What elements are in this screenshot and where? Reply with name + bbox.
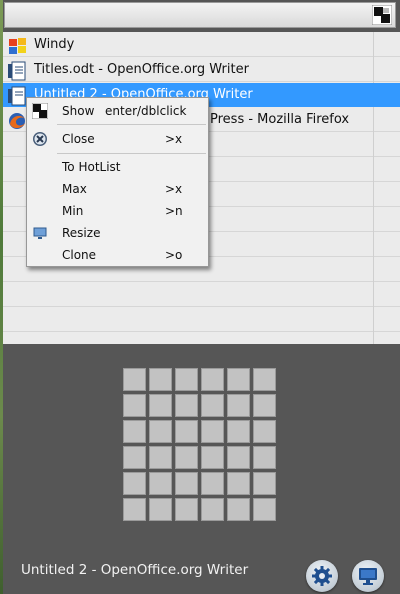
close-icon (33, 132, 47, 146)
list-item-label: Press - Mozilla Firefox (210, 112, 350, 127)
desktop-cell[interactable] (201, 498, 224, 521)
desktop-cell[interactable] (227, 420, 250, 443)
desktop-cell[interactable] (227, 368, 250, 391)
desktop-cell[interactable] (149, 446, 172, 469)
desktop-cell[interactable] (253, 446, 276, 469)
desktop-cell[interactable] (175, 368, 198, 391)
virtual-desktop-grid (123, 368, 278, 523)
desktop-cell[interactable] (123, 446, 146, 469)
context-menu: Show enter/dblclick Close >x To HotList … (26, 97, 209, 267)
menu-item-max[interactable]: Max >x (27, 178, 208, 200)
desktop-cell[interactable] (253, 498, 276, 521)
gear-icon (312, 566, 332, 586)
menu-item-clone[interactable]: Clone >o (27, 244, 208, 266)
desktop-cell[interactable] (253, 394, 276, 417)
menu-item-to-hotlist[interactable]: To HotList (27, 156, 208, 178)
desktop-cell[interactable] (227, 472, 250, 495)
desktop-cell[interactable] (227, 394, 250, 417)
desktop-cell[interactable] (123, 368, 146, 391)
menu-item-show[interactable]: Show enter/dblclick (27, 100, 208, 122)
settings-button[interactable] (306, 560, 338, 592)
menu-separator (57, 124, 206, 125)
desktop-cell[interactable] (201, 472, 224, 495)
list-item-label: Windy (34, 37, 75, 52)
menu-item-min[interactable]: Min >n (27, 200, 208, 222)
desktop-cell[interactable] (175, 446, 198, 469)
desktop-cell[interactable] (149, 394, 172, 417)
menu-separator (57, 153, 206, 154)
list-item-label: Titles.odt - OpenOffice.org Writer (34, 62, 249, 77)
menu-item-close[interactable]: Close >x (27, 128, 208, 150)
desktop-cell[interactable] (149, 472, 172, 495)
desktop-cell[interactable] (123, 420, 146, 443)
list-item[interactable]: Windy (3, 33, 400, 57)
windy-flag-icon (9, 38, 26, 54)
desktop-cell[interactable] (149, 368, 172, 391)
status-title: Untitled 2 - OpenOffice.org Writer (21, 562, 249, 578)
desktop-cell[interactable] (253, 420, 276, 443)
menu-item-resize[interactable]: Resize (27, 222, 208, 244)
desktop-cell[interactable] (227, 446, 250, 469)
desktop-cell[interactable] (201, 394, 224, 417)
desktop-cell[interactable] (201, 420, 224, 443)
desktop-cell[interactable] (123, 394, 146, 417)
desktop-cell[interactable] (175, 472, 198, 495)
desktop-cell[interactable] (175, 420, 198, 443)
desktop-button[interactable] (352, 560, 384, 592)
desktop-cell[interactable] (227, 498, 250, 521)
desktop-cell[interactable] (149, 498, 172, 521)
desktop-cell[interactable] (175, 394, 198, 417)
desktop-cell[interactable] (253, 472, 276, 495)
search-bar[interactable] (4, 2, 396, 28)
list-item[interactable]: Titles.odt - OpenOffice.org Writer (3, 58, 400, 82)
desktop-cell[interactable] (201, 446, 224, 469)
desktop-cell[interactable] (149, 420, 172, 443)
monitor-icon (359, 568, 377, 585)
app-logo-icon[interactable] (372, 5, 392, 25)
desktop-cell[interactable] (175, 498, 198, 521)
desktop-cell[interactable] (201, 368, 224, 391)
writer-document-icon (8, 61, 26, 81)
resize-icon (33, 227, 47, 239)
show-window-icon (32, 103, 48, 119)
desktop-cell[interactable] (123, 498, 146, 521)
desktop-cell[interactable] (123, 472, 146, 495)
desktop-cell[interactable] (253, 368, 276, 391)
